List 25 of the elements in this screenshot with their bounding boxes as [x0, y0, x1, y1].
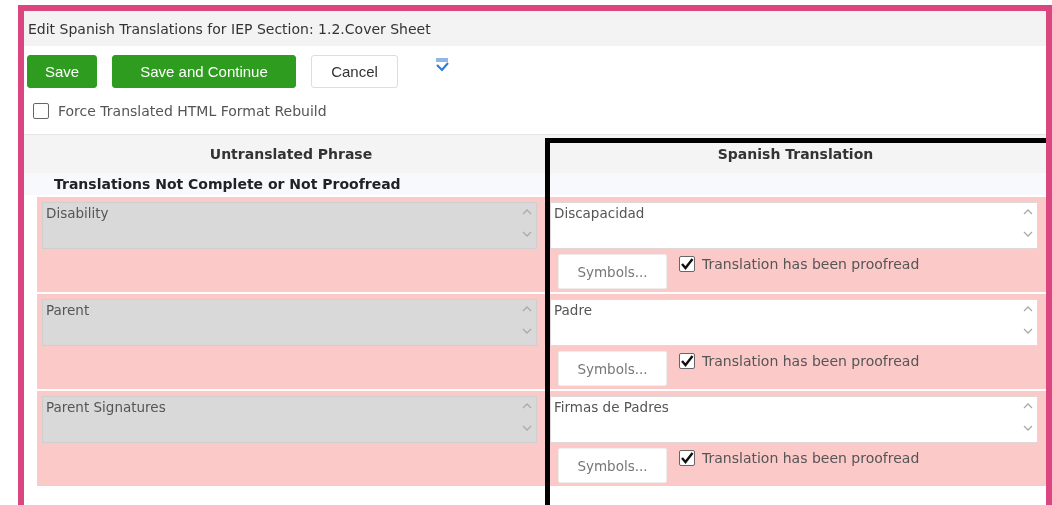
phrase-field: Disability: [42, 202, 537, 249]
checkbox[interactable]: [679, 256, 695, 272]
column-header: Spanish Translation: [716, 145, 875, 164]
checkbox[interactable]: [679, 353, 695, 369]
spellcheck-icon[interactable]: [433, 57, 451, 73]
checkbox-label[interactable]: Translation has been proofread: [702, 256, 920, 272]
symbols-button[interactable]: Symbols...: [558, 351, 667, 386]
symbols-button[interactable]: Symbols...: [558, 254, 667, 289]
group-heading: Translations Not Complete or Not Proofread: [54, 176, 401, 192]
checkbox[interactable]: [33, 103, 49, 119]
phrase-field: Parent Signatures: [42, 396, 537, 443]
checkbox-label[interactable]: Force Translated HTML Format Rebuild: [58, 103, 327, 119]
translation-field[interactable]: Padre: [550, 299, 1038, 346]
translation-field[interactable]: Discapacidad: [550, 202, 1038, 249]
cancel-button[interactable]: Cancel: [311, 54, 398, 88]
phrase-field: Parent: [42, 299, 537, 346]
translation-field[interactable]: Firmas de Padres: [550, 396, 1038, 443]
window-title: Edit Spanish Translations for IEP Section: 1.2.Cover Sheet: [28, 20, 431, 37]
symbols-button[interactable]: Symbols...: [558, 448, 667, 483]
save-button[interactable]: Save and Continue: [112, 54, 296, 88]
checkbox-label[interactable]: Translation has been proofread: [702, 353, 920, 369]
save-button[interactable]: Save: [27, 54, 97, 88]
column-header: Untranslated Phrase: [208, 145, 374, 164]
checkbox[interactable]: [679, 450, 695, 466]
checkbox-label[interactable]: Translation has been proofread: [702, 450, 920, 466]
